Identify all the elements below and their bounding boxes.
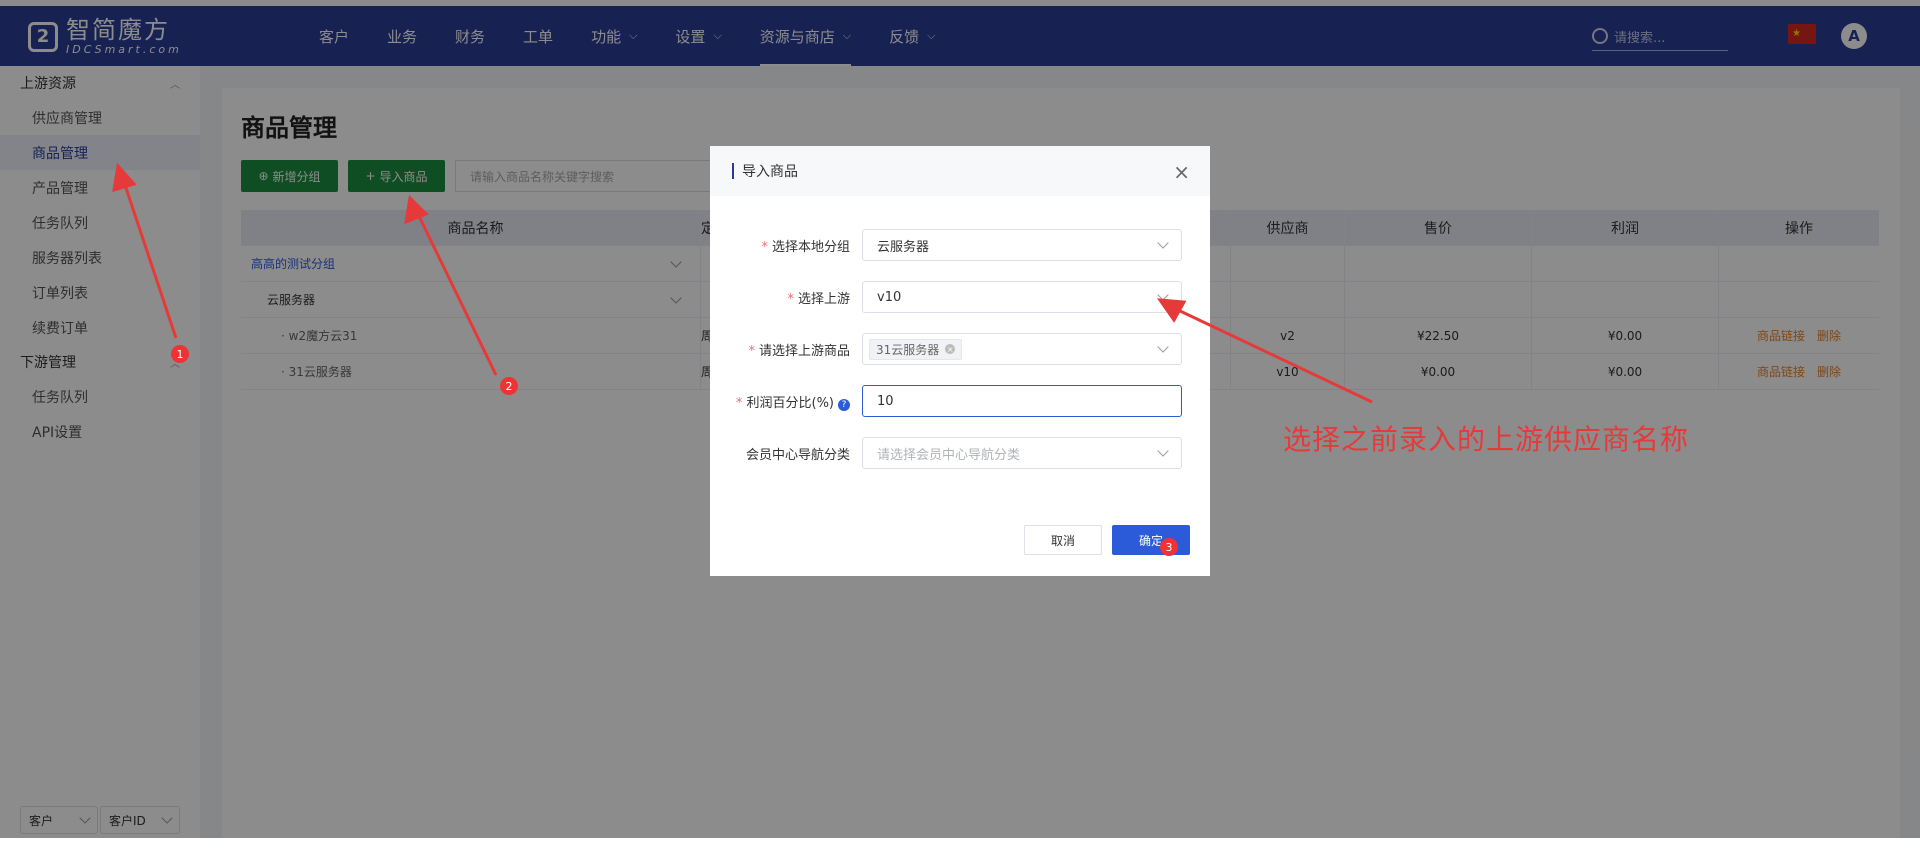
profit-percent-input[interactable]: 10 <box>862 385 1182 417</box>
form-row-profit-percent: * 利润百分比(%)? 10 <box>710 385 1210 417</box>
annotation-badge-2: 2 <box>500 377 518 395</box>
form-row-nav-category: 会员中心导航分类 请选择会员中心导航分类 <box>710 437 1210 469</box>
field-label: 选择上游 <box>797 291 850 307</box>
field-label: 请选择上游商品 <box>758 343 850 359</box>
field-label: 利润百分比(%) <box>746 395 835 411</box>
dialog-title: 导入商品 <box>742 164 798 180</box>
close-icon[interactable]: × <box>1173 160 1190 184</box>
help-icon[interactable]: ? <box>838 398 850 411</box>
form-row-upstream-goods: * 请选择上游商品 31云服务器 × <box>710 333 1210 365</box>
local-group-select[interactable]: 云服务器 <box>862 229 1182 261</box>
selected-tag: 31云服务器 × <box>869 338 963 360</box>
form-row-upstream: * 选择上游 v10 <box>710 281 1210 313</box>
annotation-text: 选择之前录入的上游供应商名称 <box>1283 423 1690 456</box>
form-row-local-group: * 选择本地分组 云服务器 <box>710 229 1210 261</box>
upstream-select[interactable]: v10 <box>862 281 1182 313</box>
field-label: 选择本地分组 <box>771 239 850 255</box>
chevron-down-icon <box>1157 341 1169 353</box>
field-label: 会员中心导航分类 <box>745 447 850 463</box>
app-root: 2 智简魔方 IDCSmart.com 客户 业务 财务 工单 功能 ⌵ 设置 ⌵ … <box>0 0 1920 848</box>
chevron-down-icon <box>1157 445 1169 457</box>
chevron-down-icon <box>1157 289 1169 301</box>
chevron-down-icon <box>1157 237 1169 249</box>
annotation-badge-3: 3 <box>1160 538 1178 556</box>
import-goods-dialog: 导入商品 × * 选择本地分组 云服务器 * 选择上游 v10 * 请选择上游商品 3… <box>710 146 1210 576</box>
confirm-button[interactable]: 确定 <box>1112 525 1190 555</box>
remove-tag-icon[interactable]: × <box>945 344 956 354</box>
dialog-header: 导入商品 × <box>710 146 1210 196</box>
cancel-button[interactable]: 取消 <box>1024 525 1102 555</box>
annotation-badge-1: 1 <box>171 345 189 363</box>
nav-category-select[interactable]: 请选择会员中心导航分类 <box>862 437 1182 469</box>
upstream-goods-select[interactable]: 31云服务器 × <box>862 333 1182 365</box>
